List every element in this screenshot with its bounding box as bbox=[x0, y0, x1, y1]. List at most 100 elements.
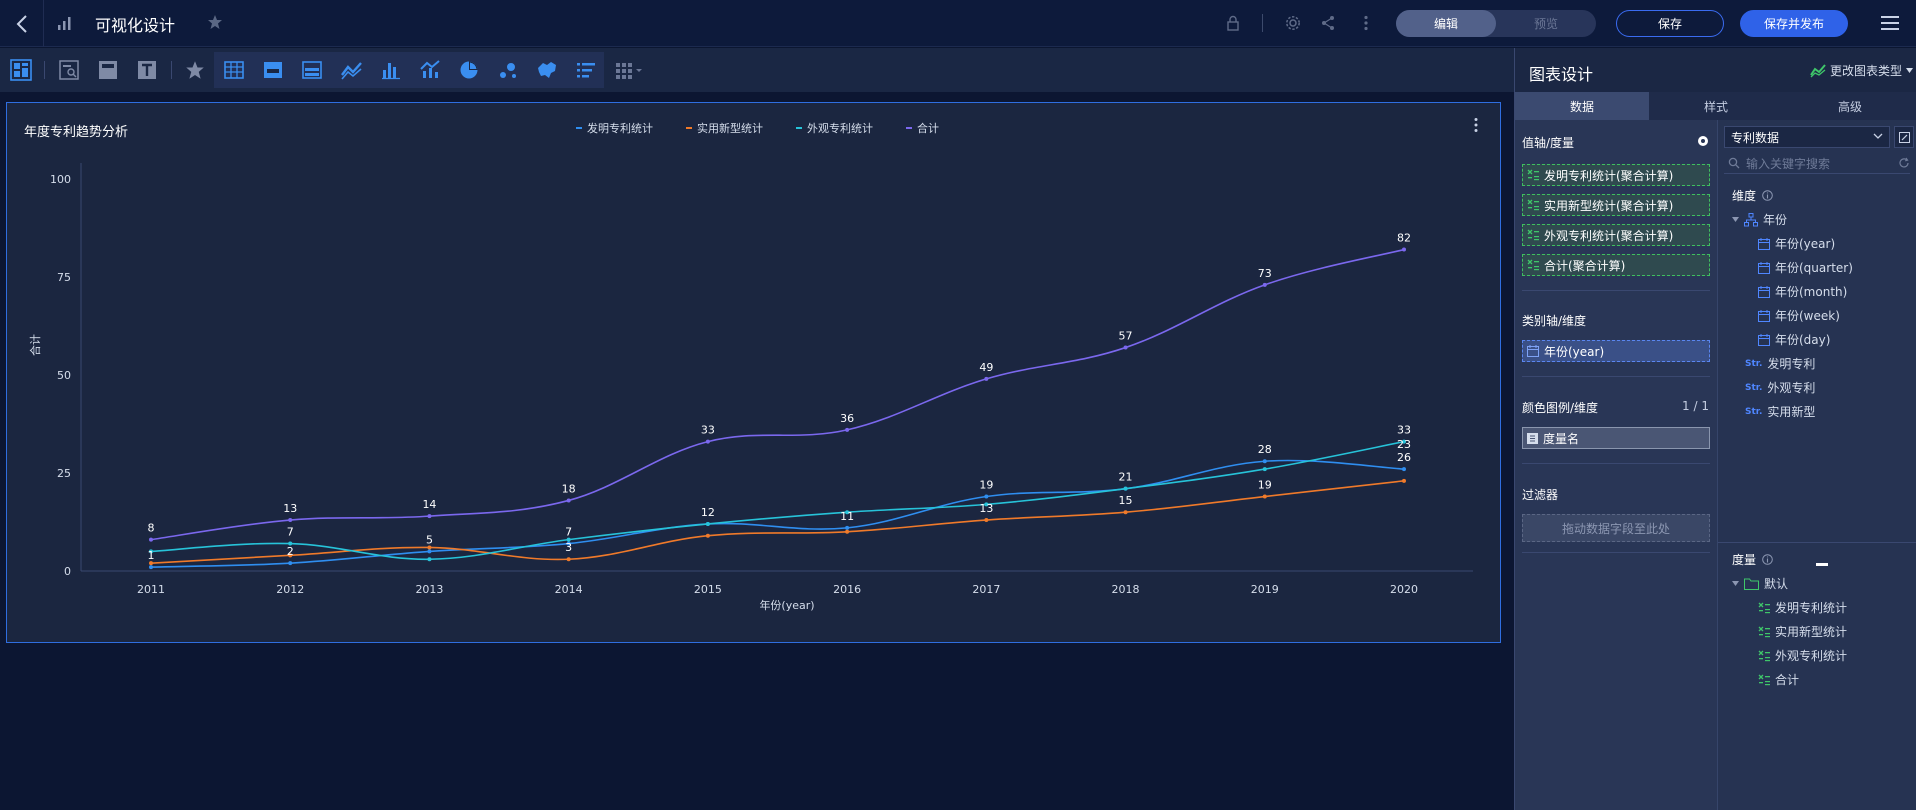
favorite-button[interactable] bbox=[207, 14, 223, 33]
category-field-chip[interactable]: 年份(year) bbox=[1522, 340, 1710, 362]
measure-icon bbox=[1527, 229, 1539, 241]
measure-item[interactable]: 实用新型统计 bbox=[1758, 623, 1847, 640]
chevron-left-icon bbox=[16, 14, 27, 33]
legend-item: 发明专利统计 bbox=[587, 121, 653, 135]
lock-button[interactable] bbox=[1224, 14, 1242, 32]
tool-text[interactable] bbox=[134, 57, 160, 83]
share-button[interactable] bbox=[1319, 14, 1337, 32]
dataset-select[interactable]: 专利数据 bbox=[1724, 126, 1890, 148]
legend-item: 合计 bbox=[917, 121, 939, 135]
panel-tabs: 数据 样式 高级 bbox=[1515, 92, 1916, 120]
calendar-icon bbox=[1758, 309, 1770, 322]
tool-combo-chart[interactable] bbox=[417, 57, 443, 83]
value-field-chip[interactable]: 实用新型统计(聚合计算) bbox=[1522, 194, 1710, 216]
dimension-item[interactable]: Str. 发明专利 bbox=[1745, 355, 1815, 372]
data-point bbox=[1123, 486, 1128, 491]
value-field-chip[interactable]: 外观专利统计(聚合计算) bbox=[1522, 224, 1710, 246]
gear-icon bbox=[1286, 16, 1300, 30]
measure-folder-label: 默认 bbox=[1764, 577, 1789, 591]
data-label: 7 bbox=[565, 526, 572, 539]
dataset-name: 专利数据 bbox=[1731, 130, 1780, 145]
dimension-item-label: 实用新型 bbox=[1767, 405, 1816, 419]
dimension-item-label: 年份(year) bbox=[1775, 237, 1836, 251]
value-axis-settings-button[interactable] bbox=[1697, 135, 1709, 150]
star-icon bbox=[186, 61, 204, 79]
data-label: 8 bbox=[148, 522, 155, 535]
more-button[interactable] bbox=[1357, 14, 1375, 32]
edit-mode-button[interactable]: 编辑 bbox=[1396, 10, 1496, 37]
collapse-measures-button[interactable] bbox=[1816, 556, 1828, 570]
measure-item[interactable]: 发明专利统计 bbox=[1758, 599, 1847, 616]
x-axis-label: 年份(year) bbox=[759, 598, 814, 612]
data-label: 36 bbox=[840, 412, 854, 425]
dimension-item[interactable]: 年份(day) bbox=[1758, 331, 1830, 348]
data-label: 73 bbox=[1258, 267, 1272, 280]
data-point bbox=[1262, 459, 1267, 464]
measure-item[interactable]: 合计 bbox=[1758, 671, 1799, 688]
value-field-chip[interactable]: 发明专利统计(聚合计算) bbox=[1522, 164, 1710, 186]
dimension-item[interactable]: Str. 实用新型 bbox=[1745, 403, 1815, 420]
tool-bar-chart[interactable] bbox=[378, 57, 404, 83]
y-tick-label: 0 bbox=[64, 565, 71, 578]
data-label: 3 bbox=[565, 541, 572, 554]
tool-query[interactable] bbox=[56, 57, 82, 83]
tab-style[interactable]: 样式 bbox=[1649, 92, 1783, 120]
tool-favorites[interactable] bbox=[182, 57, 208, 83]
filter-drop-zone[interactable]: 拖动数据字段至此处 bbox=[1522, 514, 1710, 542]
tool-kpi-card[interactable] bbox=[260, 57, 286, 83]
tool-pie-chart[interactable] bbox=[456, 57, 482, 83]
tool-line-chart[interactable] bbox=[339, 57, 365, 83]
dimension-item[interactable]: 年份(month) bbox=[1758, 283, 1847, 300]
tool-scatter-chart[interactable] bbox=[495, 57, 521, 83]
data-label: 33 bbox=[1397, 424, 1411, 437]
scatter-chart-icon bbox=[500, 63, 516, 78]
x-tick-label: 2014 bbox=[555, 583, 583, 596]
value-field-chip[interactable]: 合计(聚合计算) bbox=[1522, 254, 1710, 276]
dimension-item[interactable]: 年份(week) bbox=[1758, 307, 1840, 324]
tool-table[interactable] bbox=[221, 57, 247, 83]
data-label: 11 bbox=[840, 510, 854, 523]
hierarchy-icon bbox=[1744, 212, 1758, 226]
tool-list[interactable] bbox=[573, 57, 599, 83]
save-button[interactable]: 保存 bbox=[1616, 10, 1724, 37]
data-point bbox=[845, 427, 850, 432]
dataset-edit-button[interactable] bbox=[1894, 126, 1914, 148]
data-label: 57 bbox=[1119, 330, 1133, 343]
dimension-group-year[interactable]: 年份 bbox=[1732, 211, 1787, 228]
dimension-group-label: 年份 bbox=[1763, 213, 1788, 227]
section-divider bbox=[1718, 542, 1916, 543]
field-search-input[interactable]: 输入关键字搜索 bbox=[1724, 154, 1910, 174]
section-divider bbox=[1522, 290, 1710, 291]
page-title: 可视化设计 bbox=[95, 16, 176, 35]
tab-advanced[interactable]: 高级 bbox=[1783, 92, 1916, 120]
measure-item[interactable]: 外观专利统计 bbox=[1758, 647, 1847, 664]
tab-data[interactable]: 数据 bbox=[1515, 92, 1649, 120]
data-point bbox=[984, 494, 989, 499]
data-point bbox=[427, 549, 432, 554]
tool-pivot[interactable] bbox=[299, 57, 325, 83]
save-publish-button[interactable]: 保存并发布 bbox=[1740, 10, 1848, 37]
change-chart-type-button[interactable]: 更改图表类型 bbox=[1810, 62, 1913, 79]
chart-widget[interactable]: 年度专利趋势分析 0 25 50 75 100 合计 2011 2012 2013 2014 201… bbox=[6, 102, 1501, 643]
dimension-item[interactable]: 年份(year) bbox=[1758, 235, 1835, 252]
dimension-item[interactable]: Str. 外观专利 bbox=[1745, 379, 1815, 396]
caret-down-icon bbox=[1906, 68, 1913, 73]
share-icon bbox=[1322, 16, 1334, 30]
data-point bbox=[288, 518, 293, 523]
data-point bbox=[149, 537, 153, 542]
dimension-item[interactable]: 年份(quarter) bbox=[1758, 259, 1853, 276]
settings-button[interactable] bbox=[1284, 14, 1302, 32]
color-field-chip[interactable]: 度量名 bbox=[1522, 427, 1710, 449]
tool-map-chart[interactable] bbox=[534, 57, 560, 83]
data-point bbox=[845, 529, 850, 534]
value-field-label: 外观专利统计(聚合计算) bbox=[1544, 228, 1674, 243]
back-button[interactable] bbox=[0, 0, 44, 47]
tool-dashboard[interactable] bbox=[8, 57, 34, 83]
main-menu-button[interactable] bbox=[1881, 15, 1899, 34]
measure-folder[interactable]: 默认 bbox=[1732, 575, 1788, 592]
tool-more-charts[interactable] bbox=[614, 57, 644, 83]
table-icon bbox=[224, 61, 244, 79]
preview-mode-button[interactable]: 预览 bbox=[1496, 10, 1596, 37]
chevron-down-icon bbox=[1873, 133, 1883, 139]
tool-image[interactable] bbox=[95, 57, 121, 83]
